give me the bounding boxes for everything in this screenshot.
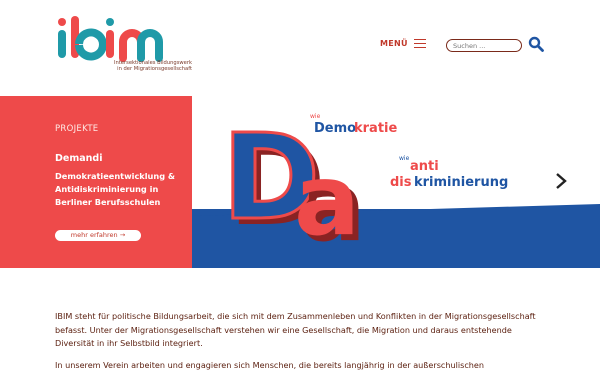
art-anti: anti	[410, 159, 439, 174]
more-info-button[interactable]: mehr erfahren →	[55, 230, 141, 241]
art-dis: dis	[390, 175, 412, 190]
art-kriminierung: kriminierung	[414, 175, 508, 190]
search-input[interactable]	[446, 39, 522, 52]
hamburger-icon	[413, 39, 426, 49]
logo-subtitle-line2: in der Migrationsgesellschaft	[117, 66, 192, 72]
art-kratie: kratie	[354, 121, 397, 136]
hero-slider: D D a a wie Demo kratie wie anti dis kri…	[0, 96, 600, 268]
art-demo: Demo	[314, 121, 356, 136]
search-icon[interactable]	[528, 36, 544, 52]
chevron-right-icon[interactable]	[554, 171, 568, 191]
hero-project-description: Demokratieentwicklung & Antidiskriminier…	[55, 171, 176, 207]
intro-paragraph-1: IBIM steht für politische Bildungsarbeit…	[55, 311, 536, 348]
hero-artwork: D D a a wie Demo kratie wie anti dis kri…	[192, 107, 600, 268]
site-header: Intersektionales Bildungswerk in der Mig…	[0, 0, 600, 96]
intro-paragraph-2: In unserem Verein arbeiten und engagiere…	[55, 359, 485, 370]
art-letter-a: a	[294, 144, 360, 258]
art-wie-1: wie	[310, 113, 321, 120]
logo-subtitle: Intersektionales Bildungswerk in der Mig…	[56, 60, 192, 72]
menu-label: MENÜ	[380, 39, 408, 48]
art-wie-2: wie	[399, 155, 410, 162]
ibim-logo[interactable]	[56, 14, 196, 84]
hero-section-label: PROJEKTE	[55, 124, 99, 134]
hero-project-title: Demаndi	[55, 153, 103, 164]
menu-button[interactable]: MENÜ	[380, 39, 426, 49]
intro-content: IBIM steht für politische Bildungsarbeit…	[55, 310, 545, 375]
